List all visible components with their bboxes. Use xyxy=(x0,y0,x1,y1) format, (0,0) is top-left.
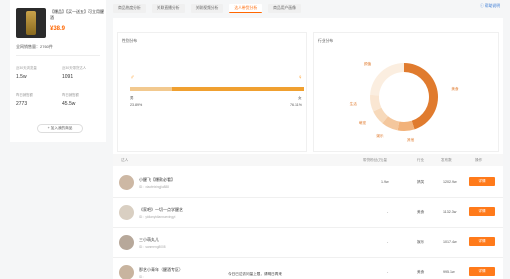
tab-influencer[interactable]: 达人带货分析 xyxy=(229,4,263,13)
stat-value: 1.5w xyxy=(16,74,27,80)
tab-live[interactable]: 关联直播分析 xyxy=(151,4,185,13)
stat-value: 2773 xyxy=(16,101,28,107)
stat-views: 近30天浏览量 1.5w xyxy=(16,65,60,80)
avatar[interactable] xyxy=(119,235,134,250)
add-to-my-products-button[interactable]: + 加入我的商品 xyxy=(37,124,83,133)
stat-sales-b: 昨日销售额 45.5w xyxy=(62,92,106,107)
main-content: 性别分布 ♂ ♀ 男 23.89% 女 76.11% 行业分布 美食 其他 娱乐 萌宠… xyxy=(113,18,503,279)
stat-sales-a: 昨日销售额 2773 xyxy=(16,92,60,107)
header-action: 操作 xyxy=(475,158,483,162)
donut-label-美食: 美食 xyxy=(451,86,459,91)
total-sales: 全网销售量：2760件 xyxy=(16,44,53,49)
help-link[interactable]: ⓘ 帮助说明 xyxy=(480,4,500,9)
tab-video[interactable]: 关联视频分析 xyxy=(190,4,224,13)
influencer-name[interactable]: 《家吧》一切一点学醒艺 xyxy=(139,207,183,213)
avatar[interactable] xyxy=(119,205,134,220)
donut-label-生活: 生活 xyxy=(350,101,358,106)
influencer-id: ID：sanmeng8008 xyxy=(139,245,166,249)
stat-value: 45.5w xyxy=(62,101,76,107)
stat-label: 近30天带货达人 xyxy=(62,66,87,70)
tab-heat[interactable]: 商品热度分析 xyxy=(113,4,146,13)
count-value: 1132.3w xyxy=(443,210,457,214)
help-icon: ⓘ xyxy=(479,4,484,8)
tab-user-profile[interactable]: 商品用户画像 xyxy=(268,4,301,13)
fans-value: 1.9w xyxy=(381,180,389,184)
stat-label: 昨日销售额 xyxy=(16,93,33,97)
tab-bar: 商品热度分析 关联直播分析 关联视频分析 达人带货分析 商品用户画像 xyxy=(113,4,301,14)
donut-label-娱乐: 娱乐 xyxy=(376,133,384,138)
donut-slice-颜值[interactable] xyxy=(370,63,404,96)
product-image[interactable] xyxy=(16,8,46,38)
divider xyxy=(16,55,100,56)
bottle-icon xyxy=(26,11,36,35)
industry-donut-chart: 美食其他 娱乐 萌宠 生活 颜值 xyxy=(350,61,459,142)
industry-card: 行业分布 美食 其他 娱乐 萌宠 生活 颜值 xyxy=(313,32,499,152)
header-influencer: 达人 xyxy=(121,158,129,162)
table-row: 三小萌丸儿 ID：sanmeng8008 - 娱乐 1017.4w 详情 xyxy=(113,228,503,258)
donut-slice-美食[interactable] xyxy=(404,63,438,130)
female-bar xyxy=(172,87,304,91)
female-pct: 76.11% xyxy=(290,103,302,107)
header-count: 发布数 xyxy=(441,158,452,162)
influencer-id: ID：xiaofeixingjiu888 xyxy=(139,185,169,189)
detail-button[interactable]: 详情 xyxy=(469,237,495,246)
help-label: 帮助说明 xyxy=(484,4,500,8)
footer-notice: 今日已达访问量上限，请明日再来 xyxy=(228,272,282,276)
product-price: ¥38.9 xyxy=(50,26,66,32)
avatar[interactable] xyxy=(119,175,134,190)
female-icon: ♀ xyxy=(298,75,303,81)
stat-label: 近30天浏览量 xyxy=(16,66,37,70)
male-pct: 23.89% xyxy=(130,103,143,107)
industry-value: 美食 xyxy=(417,210,425,214)
count-value: 1017.4w xyxy=(443,240,457,244)
male-label: 男 xyxy=(130,96,134,100)
gender-title: 性别分布 xyxy=(122,39,138,43)
product-panel: 【爆品】【买一送五】可立用醒酒 ¥38.9 全网销售量：2760件 近30天浏览… xyxy=(10,0,106,142)
influencer-id: ID：yidianyidianxuexingyi xyxy=(139,215,176,219)
female-label: 女 xyxy=(298,96,302,100)
count-value: 1202.9w xyxy=(443,180,457,184)
detail-button[interactable]: 详情 xyxy=(469,207,495,216)
gender-card: 性别分布 ♂ ♀ 男 23.89% 女 76.11% xyxy=(117,32,307,152)
fans-value: - xyxy=(387,210,389,214)
detail-button[interactable]: 详情 xyxy=(469,177,495,186)
table-header: 达人 带货粉丝(万)量 行业 发布数 操作 xyxy=(113,154,503,166)
table-row: 《家吧》一切一点学醒艺 ID：yidianyidianxuexingyi - 美… xyxy=(113,198,503,228)
stat-influencers: 近30天带货达人 1091 xyxy=(62,65,106,80)
industry-value: 娱乐 xyxy=(417,240,425,244)
influencer-name[interactable]: 三小萌丸儿 xyxy=(139,237,159,243)
male-bar xyxy=(130,87,172,91)
influencer-name[interactable]: 小醒飞【爆款必看】 xyxy=(139,177,175,183)
header-industry: 行业 xyxy=(417,158,425,162)
fans-value: - xyxy=(387,240,389,244)
stat-label: 昨日销售额 xyxy=(62,93,79,97)
donut-label-萌宠: 萌宠 xyxy=(359,120,367,125)
product-title[interactable]: 【爆品】【买一送五】可立用醒酒 xyxy=(50,9,104,21)
table-row: 小醒飞【爆款必看】 ID：xiaofeixingjiu888 1.9w 搞笑 1… xyxy=(113,168,503,198)
donut-slice-其他[interactable] xyxy=(397,120,415,131)
page: 【爆品】【买一送五】可立用醒酒 ¥38.9 全网销售量：2760件 近30天浏览… xyxy=(0,0,510,279)
donut-label-其他: 其他 xyxy=(407,137,415,142)
gender-bar xyxy=(130,87,304,91)
header-fans: 带货粉丝(万)量 xyxy=(363,158,387,162)
male-icon: ♂ xyxy=(130,75,135,81)
donut-label-颜值: 颜值 xyxy=(364,61,372,66)
stat-value: 1091 xyxy=(62,74,74,80)
industry-value: 搞笑 xyxy=(417,180,425,184)
